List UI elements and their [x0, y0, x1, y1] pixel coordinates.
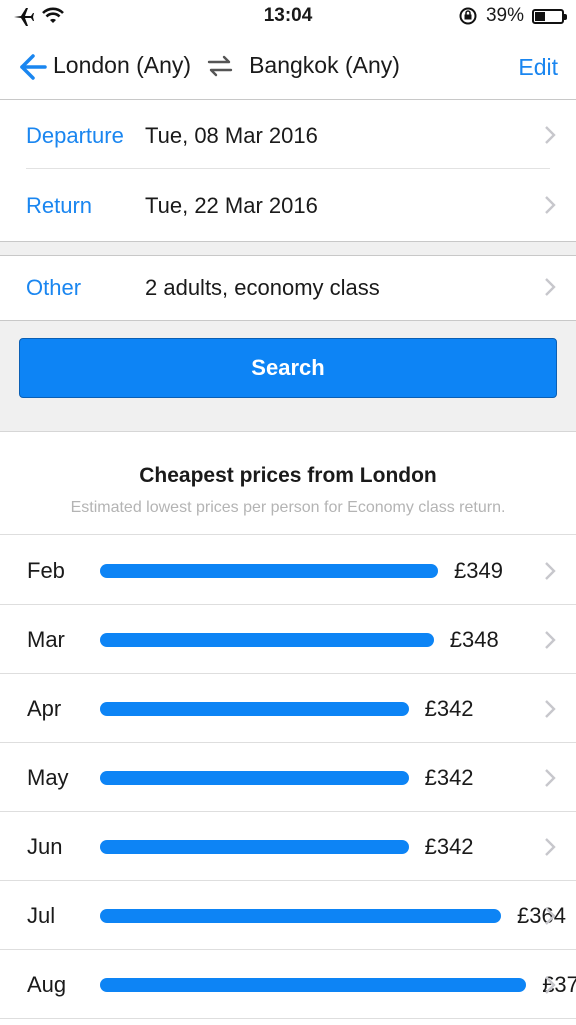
chevron-right-icon	[545, 838, 556, 856]
other-value: 2 adults, economy class	[145, 275, 380, 300]
chevron-right-icon	[545, 562, 556, 580]
return-value: Tue, 22 Mar 2016	[145, 193, 318, 218]
month-row-apr[interactable]: Apr £342	[0, 674, 576, 743]
month-label: Jul	[27, 903, 56, 928]
status-right: 39%	[458, 5, 567, 27]
price-bar	[100, 633, 434, 647]
chevron-right-icon	[545, 196, 556, 214]
origin-label: London (Any)	[53, 52, 192, 78]
month-label: Mar	[27, 627, 65, 652]
row-divider	[0, 1018, 576, 1019]
price-bar	[100, 771, 409, 785]
price-bar	[100, 909, 501, 923]
row-divider	[26, 168, 550, 169]
departure-label: Departure	[26, 123, 124, 148]
price-bar	[100, 840, 409, 854]
price-value: £342	[424, 765, 474, 790]
nav-bar: London (Any) Bangkok (Any) Edit	[0, 34, 576, 100]
destination-label: Bangkok (Any)	[249, 52, 400, 78]
month-row-mar[interactable]: Mar £348	[0, 605, 576, 674]
month-row-jun[interactable]: Jun £342	[0, 812, 576, 881]
back-arrow-icon[interactable]	[18, 52, 48, 82]
chevron-right-icon	[545, 631, 556, 649]
month-row-aug[interactable]: Aug£370	[0, 950, 576, 1019]
departure-value: Tue, 08 Mar 2016	[145, 123, 318, 148]
swap-arrows-icon	[207, 55, 233, 76]
route-title: London (Any) Bangkok (Any)	[53, 52, 400, 79]
month-row-may[interactable]: May £342	[0, 743, 576, 812]
chevron-right-icon	[545, 769, 556, 787]
return-label: Return	[26, 193, 93, 218]
departure-row[interactable]: Departure Tue, 08 Mar 2016	[0, 100, 576, 170]
chevron-right-icon	[545, 126, 556, 144]
cheapest-prices-section: Cheapest prices from London Estimated lo…	[0, 431, 576, 1025]
month-label: Apr	[27, 696, 62, 721]
price-value: £349	[454, 558, 503, 583]
price-value: £364	[517, 903, 566, 928]
month-label: May	[27, 765, 69, 790]
battery-icon	[532, 8, 567, 24]
orientation-lock-icon	[459, 7, 477, 25]
other-row[interactable]: Other 2 adults, economy class	[0, 255, 576, 321]
chevron-right-icon	[545, 278, 556, 296]
search-button[interactable]: Search	[19, 338, 557, 398]
price-value: £348	[449, 627, 499, 652]
status-bar: 13:04 39%	[0, 0, 576, 34]
edit-button[interactable]: Edit	[518, 54, 558, 81]
chevron-right-icon	[545, 976, 556, 994]
chevron-right-icon	[545, 907, 556, 925]
prices-header-divider	[0, 534, 576, 535]
month-row-jul[interactable]: Jul £364	[0, 881, 576, 950]
other-label: Other	[26, 275, 82, 300]
month-label: Aug	[27, 972, 67, 997]
month-label: Feb	[27, 558, 65, 583]
prices-title: Cheapest prices from London	[139, 464, 437, 487]
price-value: £342	[424, 834, 474, 859]
month-label: Jun	[27, 834, 63, 859]
price-bar	[100, 564, 438, 578]
prices-subtitle: Estimated lowest prices per person for E…	[70, 499, 506, 516]
price-bar	[100, 702, 409, 716]
return-row[interactable]: Return Tue, 22 Mar 2016	[0, 170, 576, 240]
price-bar	[100, 978, 527, 992]
month-row-feb[interactable]: Feb £349	[0, 536, 576, 605]
battery-percent: 39%	[485, 5, 524, 26]
price-value: £342	[424, 696, 474, 721]
dates-section: Departure Tue, 08 Mar 2016 Return Tue, 2…	[0, 100, 576, 242]
chevron-right-icon	[545, 700, 556, 718]
